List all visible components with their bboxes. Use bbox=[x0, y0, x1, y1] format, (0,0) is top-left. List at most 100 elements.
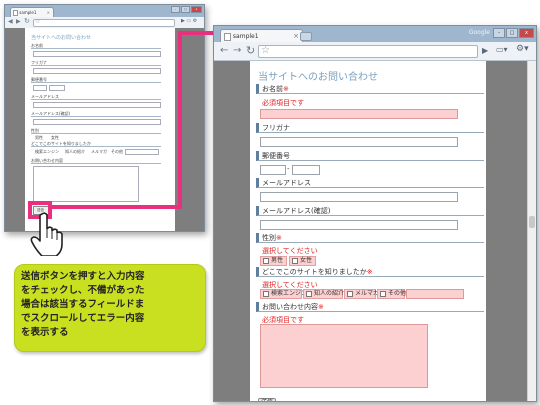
main-window-controls: - □ x bbox=[493, 28, 534, 38]
small-window-controls: - □ x bbox=[171, 6, 202, 13]
checkbox-icon bbox=[347, 290, 353, 297]
main-viewport: 当サイトへのお問い合わせ お名前※ 必須項目です フリガナ 郵便番号 - メール… bbox=[214, 61, 536, 401]
wrench-icon[interactable]: ⚙▾ bbox=[516, 44, 529, 54]
small-message-textarea[interactable] bbox=[33, 166, 139, 202]
source-option-mailmag[interactable]: メルマガ bbox=[344, 289, 380, 299]
email-label-row: メールアドレス bbox=[256, 178, 484, 188]
main-address-bar[interactable]: ☆ bbox=[258, 45, 478, 58]
gender-label-row: 性別※ bbox=[256, 233, 484, 243]
back-arrow-icon[interactable]: ← bbox=[220, 45, 228, 56]
small-source-search[interactable]: 検索エンジン bbox=[35, 149, 59, 155]
form-title: 当サイトへのお問い合わせ bbox=[258, 72, 378, 83]
callout-box: 送信ボタンを押すと入力内容 をチェックし、不備があった 場合は該当するフィールド… bbox=[14, 264, 206, 352]
minimize-icon[interactable]: - bbox=[171, 6, 180, 13]
main-browser-tab[interactable]: sample1 × bbox=[220, 29, 303, 43]
minimize-icon[interactable]: - bbox=[493, 28, 505, 38]
new-tab-button[interactable] bbox=[300, 32, 312, 41]
message-textarea[interactable] bbox=[260, 324, 428, 388]
close-window-icon[interactable]: x bbox=[191, 6, 202, 13]
small-divider bbox=[31, 146, 161, 147]
source-label: どこでこのサイトを知りましたか bbox=[262, 268, 367, 276]
email-confirm-label-row: メールアドレス(確認) bbox=[256, 206, 484, 216]
small-browser-window: sample1 × - □ x ◀ ▶ ↻ ☆ ▶ ▭ ⚙ 当サイトへのお問い合… bbox=[4, 4, 205, 232]
email-confirm-label: メールアドレス(確認) bbox=[262, 207, 331, 215]
page-menu-icon[interactable]: ▶ ▭ ⚙ bbox=[181, 18, 197, 24]
small-name-input[interactable] bbox=[33, 51, 161, 57]
page-menu-icon[interactable]: ▭▾ bbox=[496, 45, 508, 54]
small-source-friend[interactable]: 知人の紹介 bbox=[65, 149, 85, 155]
google-label: Google bbox=[468, 29, 490, 36]
forward-arrow-icon[interactable]: ▶ bbox=[16, 18, 21, 25]
gender-option-male[interactable]: 男性 bbox=[260, 256, 287, 266]
star-icon[interactable]: ☆ bbox=[35, 18, 40, 25]
submit-button[interactable]: 送信 bbox=[258, 398, 276, 401]
checkbox-icon bbox=[380, 290, 386, 297]
small-email-confirm-input[interactable] bbox=[33, 119, 161, 125]
callout-line-5: を表示する bbox=[21, 327, 69, 338]
kana-label: フリガナ bbox=[262, 124, 290, 132]
pointer-hand-icon bbox=[30, 212, 63, 256]
source-option-search[interactable]: 検索エンジン bbox=[260, 289, 307, 299]
gender-female-label: 女性 bbox=[300, 257, 313, 264]
kana-input[interactable] bbox=[260, 137, 458, 147]
back-arrow-icon[interactable]: ◀ bbox=[8, 18, 13, 25]
small-kana-input[interactable] bbox=[33, 68, 161, 74]
name-input[interactable] bbox=[260, 109, 458, 119]
callout-line-4: でスクロールしてエラー内容 bbox=[21, 313, 145, 324]
gender-error: 選択してください bbox=[262, 247, 318, 255]
reload-icon[interactable]: ↻ bbox=[24, 17, 30, 25]
reload-icon[interactable]: ↻ bbox=[246, 44, 255, 57]
name-label: お名前 bbox=[262, 85, 283, 93]
small-divider bbox=[31, 65, 161, 66]
star-icon[interactable]: ☆ bbox=[261, 45, 270, 56]
source-other-input[interactable] bbox=[406, 289, 464, 299]
source-label-row: どこでこのサイトを知りましたか※ bbox=[256, 267, 484, 277]
name-error: 必須項目です bbox=[262, 99, 304, 107]
source-friend-label: 知人の紹介 bbox=[314, 290, 345, 297]
email-input[interactable] bbox=[260, 192, 458, 202]
maximize-icon[interactable]: □ bbox=[181, 6, 190, 13]
small-source-mailmag[interactable]: メルマガ bbox=[91, 149, 107, 155]
email-confirm-input[interactable] bbox=[260, 220, 458, 230]
main-scrollbar[interactable] bbox=[527, 61, 536, 401]
small-source-other-input[interactable] bbox=[125, 149, 159, 155]
zip-input-1[interactable] bbox=[260, 165, 286, 175]
callout-line-2: をチェックし、不備があった bbox=[21, 285, 145, 296]
small-zip-input-1[interactable] bbox=[33, 85, 47, 91]
small-form-title: 当サイトへのお問い合わせ bbox=[31, 35, 92, 41]
small-email-input[interactable] bbox=[33, 102, 161, 108]
gender-option-female[interactable]: 女性 bbox=[289, 256, 316, 266]
small-zip-input-2[interactable] bbox=[49, 85, 65, 91]
source-option-friend[interactable]: 知人の紹介 bbox=[303, 289, 345, 299]
maximize-icon[interactable]: □ bbox=[506, 28, 518, 38]
forward-arrow-icon[interactable]: → bbox=[233, 45, 241, 56]
small-source-other[interactable]: その他 bbox=[111, 149, 123, 155]
main-toolbar: ← → ↻ ☆ ▶ ▭▾ ⚙▾ bbox=[214, 42, 536, 61]
source-option-other[interactable]: その他 bbox=[377, 289, 407, 299]
callout-line-3: 場合は該当するフィールドま bbox=[21, 299, 145, 310]
gender-male-label: 男性 bbox=[271, 257, 284, 264]
checkbox-icon bbox=[306, 290, 312, 297]
small-divider bbox=[31, 133, 161, 134]
small-address-bar[interactable]: ☆ bbox=[33, 18, 175, 27]
source-mailmag-label: メルマガ bbox=[355, 290, 380, 297]
email-label: メールアドレス bbox=[262, 179, 311, 187]
source-search-label: 検索エンジン bbox=[271, 290, 308, 297]
scrollbar-thumb[interactable] bbox=[529, 216, 535, 228]
kana-label-row: フリガナ bbox=[256, 123, 484, 133]
submit-label: 送信 bbox=[261, 399, 273, 401]
callout-line-1: 送信ボタンを押すと入力内容 bbox=[21, 271, 145, 282]
message-label-row: お問い合わせ内容※ bbox=[256, 302, 484, 312]
main-tab-bar: sample1 × Google - □ x bbox=[214, 26, 536, 43]
source-other-label: その他 bbox=[388, 290, 407, 297]
name-label-row: お名前※ bbox=[256, 84, 484, 94]
small-tab-label: sample1 bbox=[19, 10, 37, 15]
small-tab-bar: sample1 × - □ x bbox=[5, 5, 204, 18]
play-icon[interactable]: ▶ bbox=[482, 46, 488, 55]
zip-input-2[interactable] bbox=[292, 165, 320, 175]
close-window-icon[interactable]: x bbox=[519, 28, 534, 38]
required-mark: ※ bbox=[276, 234, 282, 242]
small-divider bbox=[31, 99, 161, 100]
small-divider bbox=[31, 82, 161, 83]
message-label: お問い合わせ内容 bbox=[262, 303, 318, 311]
